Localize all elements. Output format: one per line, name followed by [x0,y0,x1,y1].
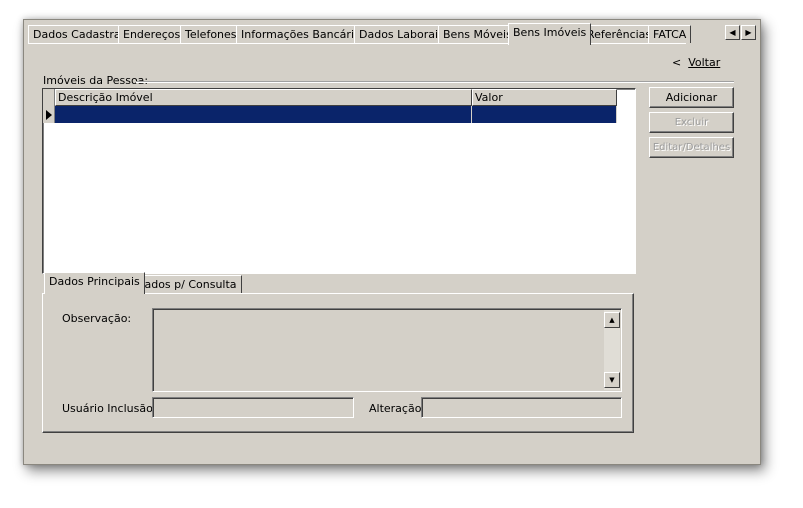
tab-fatca[interactable]: FATCA [648,25,692,43]
column-header-valor[interactable]: Valor [472,89,617,106]
edit-details-button[interactable]: Editar/Detalhes [649,137,734,158]
table-row[interactable] [43,106,617,123]
user-inclusion-field[interactable] [152,397,354,418]
scroll-down-icon[interactable]: ▼ [604,372,620,388]
group-title: Imóveis da Pessoa: [43,74,149,87]
cell-descricao[interactable] [55,106,472,123]
indicator-column-header [43,89,55,106]
user-inclusion-label: Usuário Inclusão: [62,402,157,415]
arrow-right-icon[interactable]: ▶ [741,25,756,40]
tab-bens-imoveis[interactable]: Bens Imóveis [508,23,592,45]
grid-header: Descrição Imóvel Valor [43,89,617,106]
tab-informacoes-bancarias[interactable]: Informações Bancárias [236,25,372,43]
back-prefix: < [672,56,682,69]
details-panel: Observação: ▲ ▼ Usuário Inclusão: Altera… [42,293,634,433]
tab-referencias[interactable]: Referências [582,25,657,43]
change-field[interactable] [421,397,622,418]
tab-dados-laborais[interactable]: Dados Laborais [354,25,449,43]
column-header-descricao[interactable]: Descrição Imóvel [55,89,472,106]
cell-valor[interactable] [472,106,617,123]
tab-scroll-arrows: ◀ ▶ [724,25,756,40]
tab-telefones[interactable]: Telefones [180,25,242,43]
tab-dados-consulta[interactable]: Dados p/ Consulta [131,275,242,293]
tab-dados-principais[interactable]: Dados Principais [44,272,145,294]
observation-textarea[interactable]: ▲ ▼ [152,308,622,392]
properties-grid[interactable]: Descrição Imóvel Valor [42,88,636,274]
observation-scrollbar[interactable]: ▲ ▼ [604,310,620,390]
change-label: Alteração: [369,402,426,415]
scroll-up-icon[interactable]: ▲ [604,312,620,328]
tab-bens-moveis[interactable]: Bens Móveis [438,25,517,43]
tab-enderecos[interactable]: Endereços [118,25,186,43]
app-window: Dados Cadastrais Endereços Telefones Inf… [23,19,761,465]
observation-label: Observação: [62,312,132,325]
group-divider [136,81,734,83]
back-link[interactable]: < Voltar [672,56,720,69]
row-pointer-icon [43,106,55,123]
add-button[interactable]: Adicionar [649,87,734,108]
arrow-left-icon[interactable]: ◀ [725,25,740,40]
back-label: Voltar [688,56,721,69]
delete-button[interactable]: Excluir [649,112,734,133]
tab-strip: Dados Cadastrais Endereços Telefones Inf… [28,23,758,45]
